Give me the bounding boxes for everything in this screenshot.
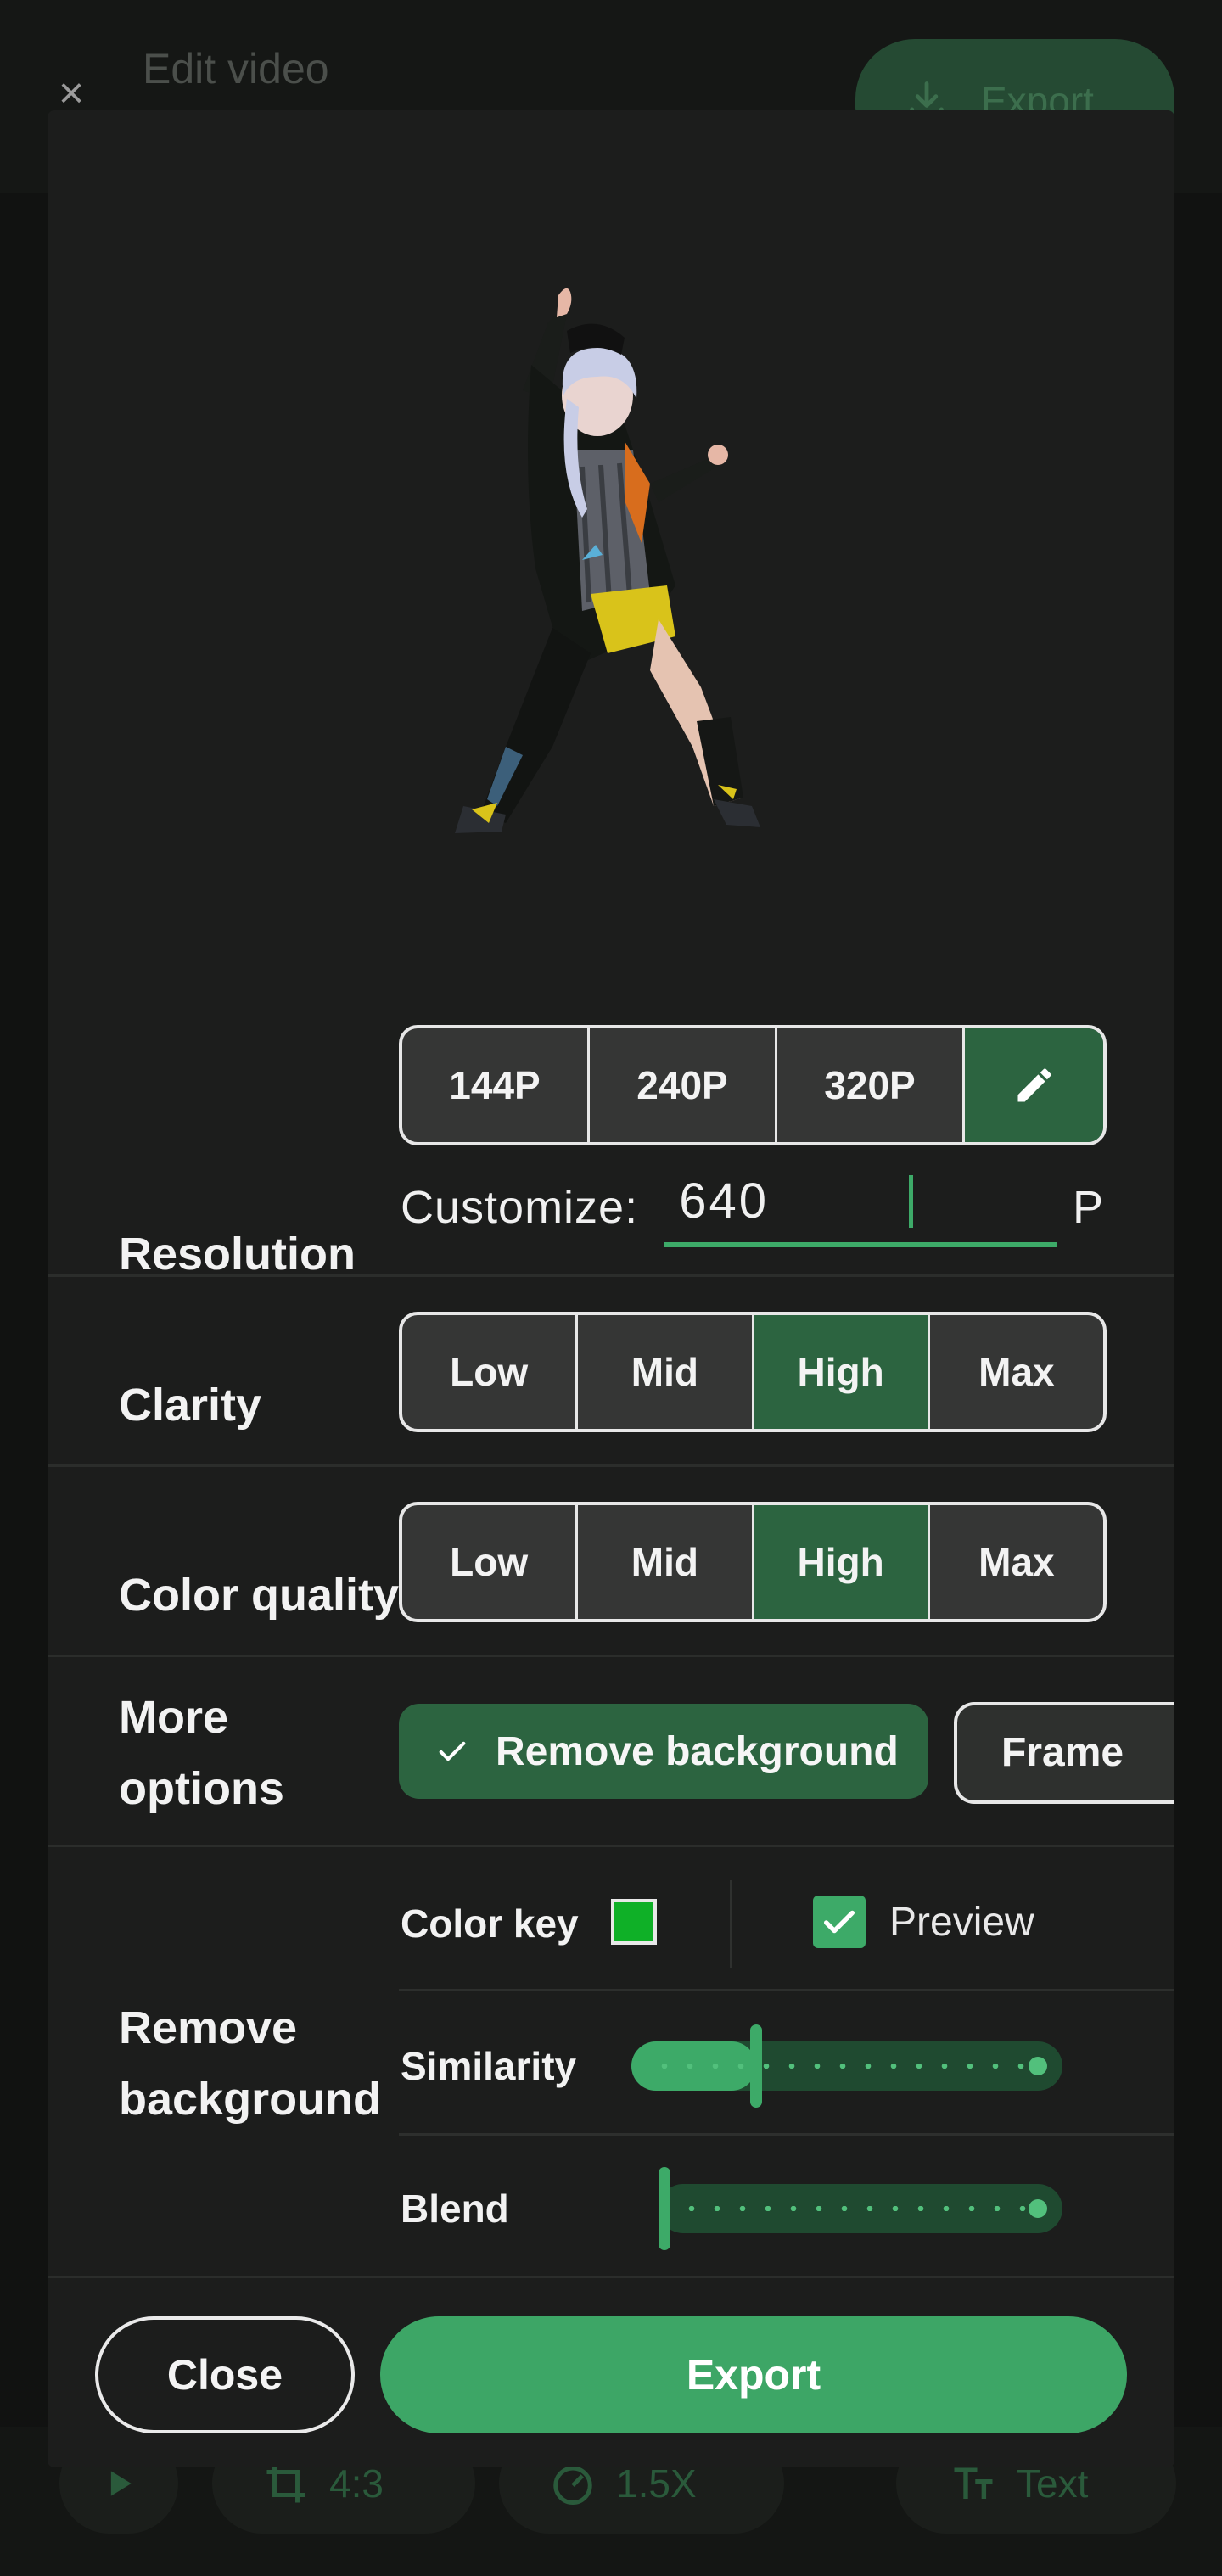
export-dialog: Resolution 144P 240P 320P Customize: 640… <box>48 110 1174 2467</box>
divider <box>399 2133 1174 2136</box>
color-quality-option-low[interactable]: Low <box>402 1505 575 1619</box>
slider-handle[interactable] <box>750 2024 762 2108</box>
video-preview <box>48 110 1174 993</box>
aspect-ratio-label: 4:3 <box>329 2461 384 2506</box>
color-quality-option-max[interactable]: Max <box>927 1505 1103 1619</box>
slider-handle[interactable] <box>659 2167 670 2250</box>
color-quality-label: Color quality <box>119 1570 400 1621</box>
slider-ticks <box>679 2206 1042 2211</box>
divider <box>48 1845 1174 1847</box>
clarity-option-mid[interactable]: Mid <box>575 1315 751 1429</box>
remove-background-label-line2: background <box>119 2074 382 2125</box>
remove-background-chip[interactable]: Remove background <box>399 1704 928 1799</box>
divider <box>399 1989 1174 1991</box>
slider-ticks <box>652 2064 1042 2069</box>
clarity-option-max[interactable]: Max <box>927 1315 1103 1429</box>
dancing-character-image <box>455 288 760 833</box>
speedometer-icon <box>553 2466 592 2505</box>
text-caret <box>909 1174 913 1228</box>
resolution-unit: P <box>1073 1182 1104 1233</box>
blend-label: Blend <box>401 2187 509 2231</box>
crop-icon <box>266 2464 306 2503</box>
color-quality-option-high[interactable]: High <box>751 1505 928 1619</box>
resolution-selector: 144P 240P 320P <box>399 1025 1107 1145</box>
page-title: Edit video <box>143 45 329 92</box>
clarity-label: Clarity <box>119 1380 262 1431</box>
resolution-option-144p[interactable]: 144P <box>402 1028 587 1142</box>
color-quality-option-mid[interactable]: Mid <box>575 1505 751 1619</box>
color-key-label: Color key <box>401 1901 579 1946</box>
divider <box>48 1274 1174 1277</box>
resolution-option-240p[interactable]: 240P <box>587 1028 775 1142</box>
close-icon[interactable]: × <box>51 71 92 115</box>
customize-label: Customize: <box>401 1182 639 1233</box>
speed-label: 1.5X <box>616 2461 697 2506</box>
checkmark-icon <box>823 1910 855 1934</box>
resolution-label: Resolution <box>119 1229 356 1280</box>
vertical-divider <box>730 1880 732 1968</box>
slider-end <box>1029 2057 1047 2075</box>
checkmark-icon <box>423 1734 482 1768</box>
frame-chip-label: Frame <box>1001 1730 1124 1775</box>
divider <box>48 1655 1174 1657</box>
similarity-slider[interactable] <box>631 2024 1062 2108</box>
slider-end <box>1029 2199 1047 2218</box>
export-button[interactable]: Export <box>380 2316 1127 2433</box>
clarity-selector: Low Mid High Max <box>399 1312 1107 1432</box>
divider <box>48 2276 1174 2278</box>
preview-label: Preview <box>889 1900 1034 1945</box>
play-icon <box>110 2471 132 2496</box>
clarity-option-low[interactable]: Low <box>402 1315 575 1429</box>
custom-resolution-input[interactable]: 640 <box>664 1166 1057 1247</box>
close-button[interactable]: Close <box>95 2316 355 2433</box>
text-label: Text <box>1017 2461 1089 2506</box>
remove-background-chip-label: Remove background <box>496 1728 899 1774</box>
more-options-label-line1: More <box>119 1692 229 1743</box>
text-size-icon <box>954 2467 993 2499</box>
more-options-label-line2: options <box>119 1763 284 1814</box>
similarity-label: Similarity <box>401 2044 577 2088</box>
color-quality-selector: Low Mid High Max <box>399 1502 1107 1622</box>
custom-resolution-value: 640 <box>679 1173 769 1229</box>
clarity-option-high[interactable]: High <box>751 1315 928 1429</box>
frame-chip[interactable]: Frame <box>954 1702 1174 1804</box>
remove-background-label-line1: Remove <box>119 2002 298 2053</box>
pencil-icon <box>1017 1068 1051 1102</box>
resolution-option-320p[interactable]: 320P <box>775 1028 962 1142</box>
preview-checkbox[interactable] <box>813 1896 866 1948</box>
divider <box>48 1464 1174 1467</box>
blend-slider[interactable] <box>659 2167 1062 2250</box>
color-key-swatch[interactable] <box>611 1899 657 1945</box>
resolution-option-custom[interactable] <box>962 1028 1103 1142</box>
